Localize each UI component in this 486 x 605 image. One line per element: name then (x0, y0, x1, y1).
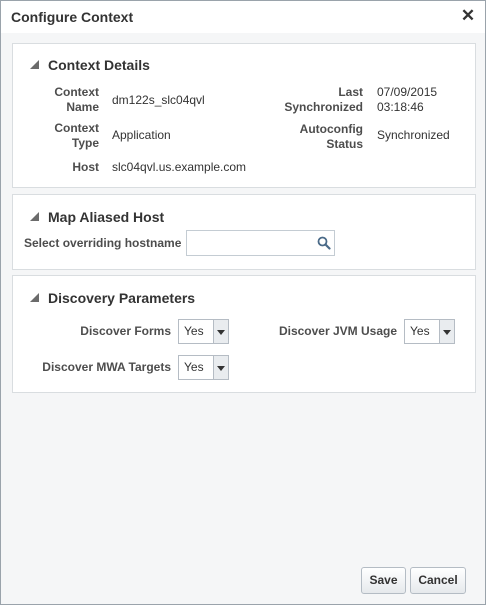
context-type-value: Application (112, 128, 171, 142)
save-button[interactable]: Save (361, 567, 406, 594)
discovery-parameters-title: Discovery Parameters (48, 290, 196, 306)
discovery-parameters-panel: Discovery Parameters Discover Forms Yes … (12, 275, 476, 393)
autoconfig-status-value: Synchronized (377, 128, 450, 142)
context-details-panel: Context Details Context Name dm122s_slc0… (12, 43, 476, 188)
close-icon[interactable]: ✕ (460, 7, 476, 25)
dialog-titlebar: Configure Context ✕ (1, 1, 485, 33)
context-details-title: Context Details (48, 57, 150, 73)
chevron-down-icon[interactable] (439, 320, 454, 343)
overriding-hostname-search (186, 230, 335, 256)
host-value: slc04qvl.us.example.com (112, 160, 247, 174)
configure-context-dialog: Configure Context ✕ Context Details Cont… (0, 0, 486, 605)
last-synchronized-value: 07/09/2015 03:18:46 (377, 85, 438, 114)
dialog-title: Configure Context (11, 9, 134, 25)
discover-jvm-usage-select[interactable]: Yes (404, 319, 455, 344)
collapse-triangle-icon[interactable] (30, 212, 39, 221)
discover-mwa-targets-select[interactable]: Yes (178, 355, 229, 380)
map-aliased-host-panel: Map Aliased Host Select overriding hostn… (12, 194, 476, 270)
search-icon[interactable] (317, 236, 331, 250)
discover-mwa-targets-value: Yes (184, 360, 204, 374)
discover-jvm-usage-label: Discover JVM Usage (278, 324, 397, 338)
collapse-triangle-icon[interactable] (30, 293, 39, 302)
map-aliased-host-title: Map Aliased Host (48, 209, 165, 225)
discover-forms-select[interactable]: Yes (178, 319, 229, 344)
overriding-hostname-label: Select overriding hostname (24, 236, 182, 250)
host-label: Host (72, 160, 99, 174)
context-name-value: dm122s_slc04qvl (112, 93, 205, 107)
collapse-triangle-icon[interactable] (30, 60, 39, 69)
discover-jvm-usage-value: Yes (410, 324, 430, 338)
discover-mwa-targets-label: Discover MWA Targets (42, 360, 171, 374)
autoconfig-status-label: Autoconfig Status (299, 122, 363, 151)
context-name-label: Context Name (54, 85, 99, 114)
cancel-button[interactable]: Cancel (410, 567, 466, 594)
discover-forms-value: Yes (184, 324, 204, 338)
chevron-down-icon[interactable] (213, 320, 228, 343)
last-synchronized-label: Last Synchronized (284, 85, 363, 114)
chevron-down-icon[interactable] (213, 356, 228, 379)
discover-forms-label: Discover Forms (80, 324, 171, 338)
context-type-label: Context Type (54, 121, 99, 150)
overriding-hostname-input[interactable] (190, 233, 310, 253)
